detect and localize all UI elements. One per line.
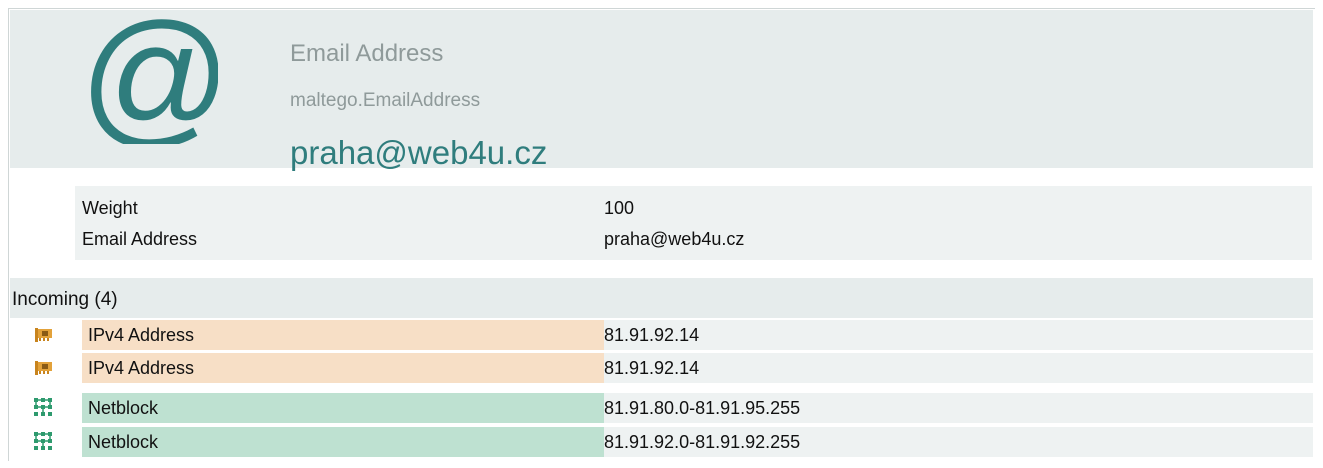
- entity-header: @ Email Address maltego.EmailAddress pra…: [10, 10, 1313, 171]
- netblock-grid-icon: [34, 398, 52, 416]
- property-row: Weight 100: [75, 193, 1312, 223]
- entity-type-id: maltego.EmailAddress: [290, 90, 481, 111]
- entity-value[interactable]: praha@web4u.cz: [290, 134, 547, 172]
- incoming-row[interactable]: Netblock 81.91.92.0-81.91.92.255: [10, 427, 1313, 457]
- properties-table: Weight 100 Email Address praha@web4u.cz: [75, 186, 1312, 260]
- incoming-type: IPv4 Address: [82, 353, 604, 383]
- incoming-value: 81.91.92.0-81.91.92.255: [604, 427, 1313, 457]
- svg-text:@: @: [88, 16, 218, 144]
- incoming-value: 81.91.92.14: [604, 320, 1313, 350]
- property-key: Email Address: [82, 229, 198, 249]
- network-card-icon: [35, 328, 52, 342]
- incoming-type: IPv4 Address: [82, 320, 604, 350]
- at-sign-icon: @: [88, 16, 218, 144]
- entity-type-name: Email Address: [290, 40, 444, 67]
- incoming-type: Netblock: [82, 393, 604, 423]
- netblock-grid-icon: [34, 432, 52, 450]
- incoming-row[interactable]: Netblock 81.91.80.0-81.91.95.255: [10, 393, 1313, 423]
- incoming-row[interactable]: IPv4 Address 81.91.92.14: [10, 320, 1313, 350]
- incoming-section-header[interactable]: Incoming (4): [10, 278, 1313, 318]
- network-card-icon: [35, 361, 52, 375]
- incoming-title: Incoming (4): [12, 289, 118, 310]
- property-value: 100: [604, 198, 635, 218]
- incoming-type: Netblock: [82, 427, 604, 457]
- incoming-row[interactable]: IPv4 Address 81.91.92.14: [10, 353, 1313, 383]
- property-value: praha@web4u.cz: [604, 229, 745, 249]
- property-row: Email Address praha@web4u.cz: [75, 224, 1312, 254]
- incoming-value: 81.91.92.14: [604, 353, 1313, 383]
- property-key: Weight: [82, 198, 138, 218]
- incoming-value: 81.91.80.0-81.91.95.255: [604, 393, 1313, 423]
